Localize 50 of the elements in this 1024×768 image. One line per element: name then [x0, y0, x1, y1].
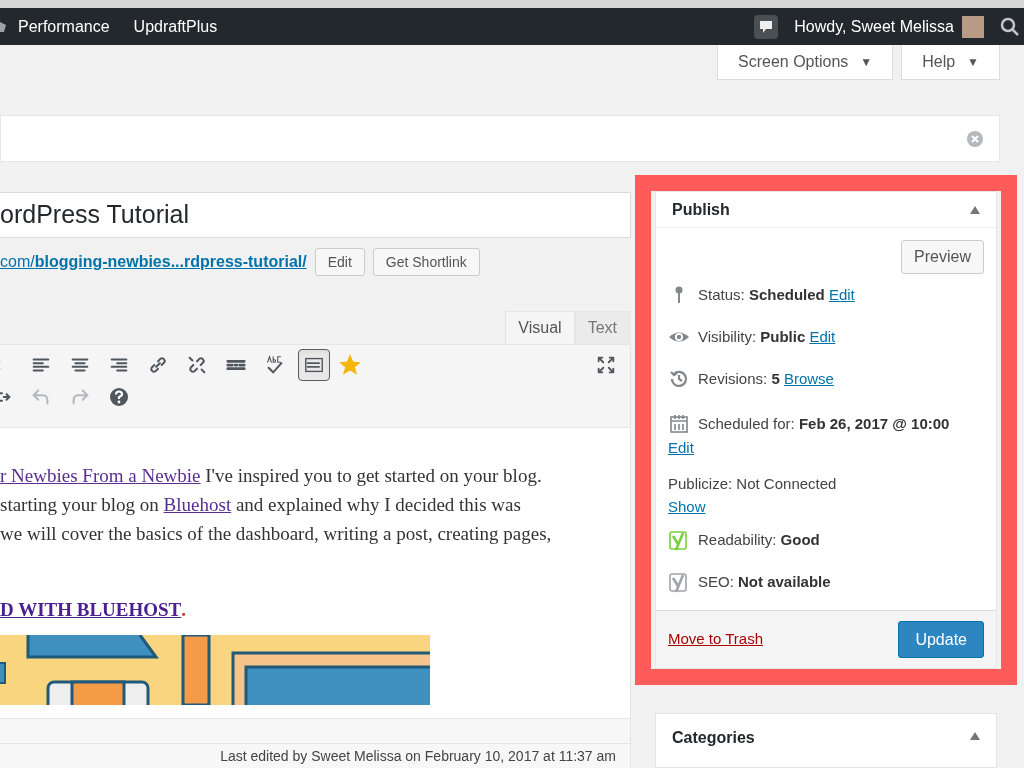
permalink-button[interactable]: Get Shortlink	[372, 248, 480, 276]
permalink-button[interactable]: Edit	[314, 248, 365, 276]
edit-link[interactable]: Browse	[783, 369, 834, 387]
editor-tab[interactable]: Visual	[505, 311, 575, 344]
heading-period: .	[181, 598, 186, 623]
editor-tab[interactable]: Text	[574, 311, 630, 344]
comment-icon[interactable]	[754, 14, 779, 39]
yoast-y-icon	[668, 529, 690, 551]
heading-link[interactable]: D WITH BLUEHOST	[0, 596, 182, 625]
edit-link[interactable]: Edit	[668, 435, 694, 460]
update-button[interactable]: Update	[898, 621, 984, 658]
paragraph-line: r Newbies From a Newbie I've inspired you to get started on your blog.	[0, 464, 543, 488]
admin-menu-link[interactable]: UpdraftPlus	[133, 14, 218, 39]
publish-field-text: Scheduled for: Feb 26, 2017 @ 10:00	[698, 414, 950, 434]
paragraph-line: we will cover the basics of the dashboard, writing a post, creating pages,	[0, 522, 553, 546]
collapse-icon[interactable]	[970, 732, 980, 740]
history-icon	[669, 369, 689, 389]
publish-field-text: Revisions: 5 Browse	[698, 368, 834, 389]
collapse-icon[interactable]	[970, 205, 980, 214]
greeting-link[interactable]: Howdy, Sweet Melissa	[794, 14, 954, 39]
publish-field-text: SEO: Not available	[698, 571, 831, 592]
screen-meta-button[interactable]: Screen Options ▼	[717, 45, 894, 80]
toolbar-toggle-icon[interactable]	[298, 349, 330, 381]
edit-link[interactable]: Edit	[828, 285, 855, 303]
categories-title: Categories	[672, 728, 755, 748]
publish-field-text: Status: Scheduled Edit	[698, 284, 855, 305]
calendar-icon	[669, 414, 689, 435]
caret-icon: ▼	[967, 53, 979, 71]
title-field[interactable]: ordPress Tutorial	[0, 192, 631, 238]
search-icon[interactable]	[1000, 16, 1020, 37]
publish-field-text: Publicize: Not Connected	[668, 473, 837, 494]
publish-title: Publish	[672, 199, 730, 220]
edit-link[interactable]: Edit	[809, 327, 836, 345]
avatar-placeholder	[962, 15, 984, 38]
preview-button[interactable]: Preview	[901, 240, 984, 274]
publish-field-text: Readability: Good	[698, 529, 820, 550]
trash-link[interactable]: Move to Trash	[668, 628, 764, 651]
screen-meta-button[interactable]: Help ▼	[901, 45, 1000, 80]
content-link[interactable]: r Newbies From a Newbie	[0, 465, 201, 486]
plugin-icon	[0, 19, 6, 34]
caret-icon: ▼	[860, 53, 873, 71]
paragraph-line: starting your blog on Bluehost and explained why I decided this was	[0, 493, 522, 517]
help-icon[interactable]	[108, 386, 130, 408]
editor-status-bar: Last edited by Sweet Melissa on February 10, 2017 at 11:37 am	[0, 744, 631, 768]
edit-link[interactable]: Show	[668, 495, 706, 519]
yoast-y-icon	[668, 571, 690, 593]
admin-menu-link[interactable]: Performance	[18, 14, 110, 39]
publish-field-text: Visibility: Public Edit	[698, 326, 836, 347]
content-link[interactable]: Bluehost	[163, 494, 232, 515]
permalink-link[interactable]: com/blogging-newbies...rdpress-tutorial/	[0, 250, 307, 274]
